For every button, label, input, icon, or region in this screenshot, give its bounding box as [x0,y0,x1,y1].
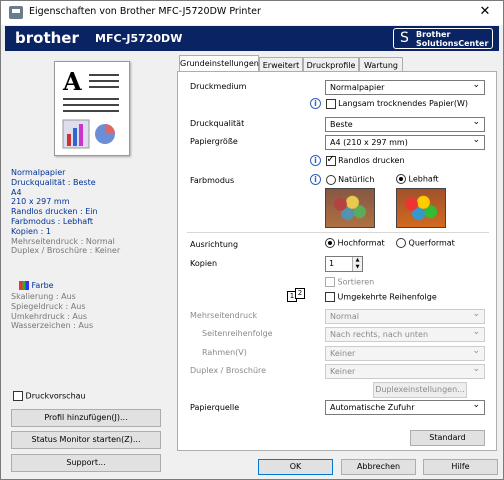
help-button[interactable]: Hilfe [423,459,498,475]
slow-dry-option[interactable]: i Langsam trocknendes Papier(W) [310,98,468,109]
solutions-line-1: Brother [416,30,451,39]
summary-borderless: Randlos drucken : Ein [11,207,98,217]
copies-label: Kopien [190,259,218,268]
multipage-label: Mehrseitendruck [190,311,258,320]
reverse-order-checkbox[interactable] [325,292,335,302]
color-icon [19,281,29,290]
summary-copies: Kopien : 1 [11,226,51,236]
sort-checkbox[interactable] [325,277,335,287]
settings-summary: Normalpapier Druckqualität : Beste A4 21… [11,168,161,256]
multipage-select[interactable]: Normal [325,308,485,324]
borderless-checkbox[interactable] [325,154,336,166]
summary-reverse: Umkehrdruck : Aus [11,311,88,321]
brother-banner: brother MFC-J5720DW S Brother SolutionsC… [5,26,499,51]
solutions-center-button[interactable]: S Brother SolutionsCenter [393,28,493,49]
close-icon[interactable]: ✕ [475,4,495,22]
printer-properties-window: Eigenschaften von Brother MFC-J5720DW Pr… [0,0,504,480]
reverse-order-option[interactable]: Umgekehrte Reihenfolge [325,292,437,302]
summary-duplex: Duplex / Broschüre : Keiner [11,246,121,256]
sort-option[interactable]: Sortieren [325,277,374,287]
svg-text:A: A [62,67,82,96]
color-vivid-option[interactable]: Lebhaft [396,174,439,184]
natural-preview-image [325,188,375,228]
solutions-center-icon: S [400,30,409,46]
summary-colormode: Farbmodus : Lebhaft [11,216,94,226]
ok-button[interactable]: OK [258,459,333,475]
print-preview-checkbox[interactable] [13,391,23,401]
portrait-label: Hochformat [337,238,385,248]
support-button[interactable]: Support... [11,454,161,472]
summary-size: A4 [11,187,22,197]
preview-document-icon: A [62,67,119,149]
summary-color: Farbe [19,281,169,290]
druckmedium-select[interactable]: Normalpapier [325,79,485,95]
summary-watermark: Wasserzeichen : Aus [11,321,94,331]
landscape-option[interactable]: Querformat [396,238,455,248]
color-vivid-label: Lebhaft [408,174,439,184]
borderless-option[interactable]: i Randlos drucken [310,154,405,166]
reverse-order-label: Umgekehrte Reihenfolge [337,292,437,302]
copies-spinner[interactable]: 1 ▲ ▼ [325,256,363,272]
druckmedium-label: Druckmedium [190,82,247,91]
quality-select[interactable]: Beste [325,116,485,132]
standard-button[interactable]: Standard [410,430,485,446]
duplex-select[interactable]: Keiner [325,363,485,379]
paper-source-select[interactable]: Automatische Zufuhr [325,399,485,415]
summary-dimensions: 210 x 297 mm [11,197,70,207]
summary-quality: Druckqualität : Beste [11,177,96,187]
landscape-radio[interactable] [396,238,406,248]
add-profile-button[interactable]: Profil hinzufügen(J)... [11,409,161,427]
page-order-icon: 1 2 [287,288,309,302]
printer-icon [9,6,23,19]
info-icon[interactable]: i [310,155,321,166]
vivid-preview-image [396,188,446,228]
print-preview-label: Druckvorschau [25,391,86,401]
info-icon[interactable]: i [310,174,321,185]
size-select[interactable]: A4 (210 x 297 mm) [325,134,485,150]
print-preview-option[interactable]: Druckvorschau [13,391,86,401]
title-bar: Eigenschaften von Brother MFC-J5720DW Pr… [1,1,503,25]
model-name: MFC-J5720DW [95,32,183,45]
borderless-label: Randlos drucken [338,156,405,165]
duplex-label: Duplex / Broschüre [190,366,267,375]
color-natural-label: Natürlich [338,175,375,184]
copies-value: 1 [329,259,335,268]
sort-label: Sortieren [337,277,375,287]
border-select[interactable]: Keiner [325,345,485,361]
paper-source-label: Papierquelle [190,403,240,412]
border-label: Rahmen(V) [202,348,247,357]
summary-scaling: Skalierung : Aus [11,292,76,301]
status-monitor-button[interactable]: Status Monitor starten(Z)... [11,431,161,449]
slow-dry-label: Langsam trocknendes Papier(W) [338,99,468,108]
colormode-label: Farbmodus [190,176,235,185]
brother-logo: brother [15,29,79,47]
orientation-label: Ausrichtung [190,240,239,249]
settings-summary-2: Skalierung : Aus Spiegeldruck : Aus Umke… [11,292,161,331]
portrait-radio[interactable] [325,238,335,248]
color-natural-radio[interactable] [325,174,336,185]
color-natural-option[interactable]: i Natürlich [310,174,374,185]
solutions-line-2: SolutionsCenter [416,39,489,48]
cancel-button[interactable]: Abbrechen [341,459,416,475]
color-vivid-radio[interactable] [396,174,406,184]
page-preview: A [54,61,130,156]
page-order-label: Seitenreihenfolge [202,329,273,338]
summary-media: Normalpapier [11,168,66,177]
summary-multipage: Mehrseitendruck : Normal [11,236,115,246]
slow-dry-checkbox[interactable] [325,98,336,109]
summary-mirror: Spiegeldruck : Aus [11,301,86,311]
divider [187,232,489,233]
portrait-option[interactable]: Hochformat [325,238,385,248]
info-icon[interactable]: i [310,98,321,109]
window-title: Eigenschaften von Brother MFC-J5720DW Pr… [29,6,261,17]
spin-down-icon[interactable]: ▼ [352,264,362,271]
size-label: Papiergröße [190,137,238,146]
landscape-label: Querformat [408,238,455,248]
quality-label: Druckqualität [190,119,245,128]
duplex-settings-button[interactable]: Duplexeinstellungen... [373,382,467,398]
spin-up-icon[interactable]: ▲ [352,257,362,264]
page-order-select[interactable]: Nach rechts, nach unten [325,326,485,342]
